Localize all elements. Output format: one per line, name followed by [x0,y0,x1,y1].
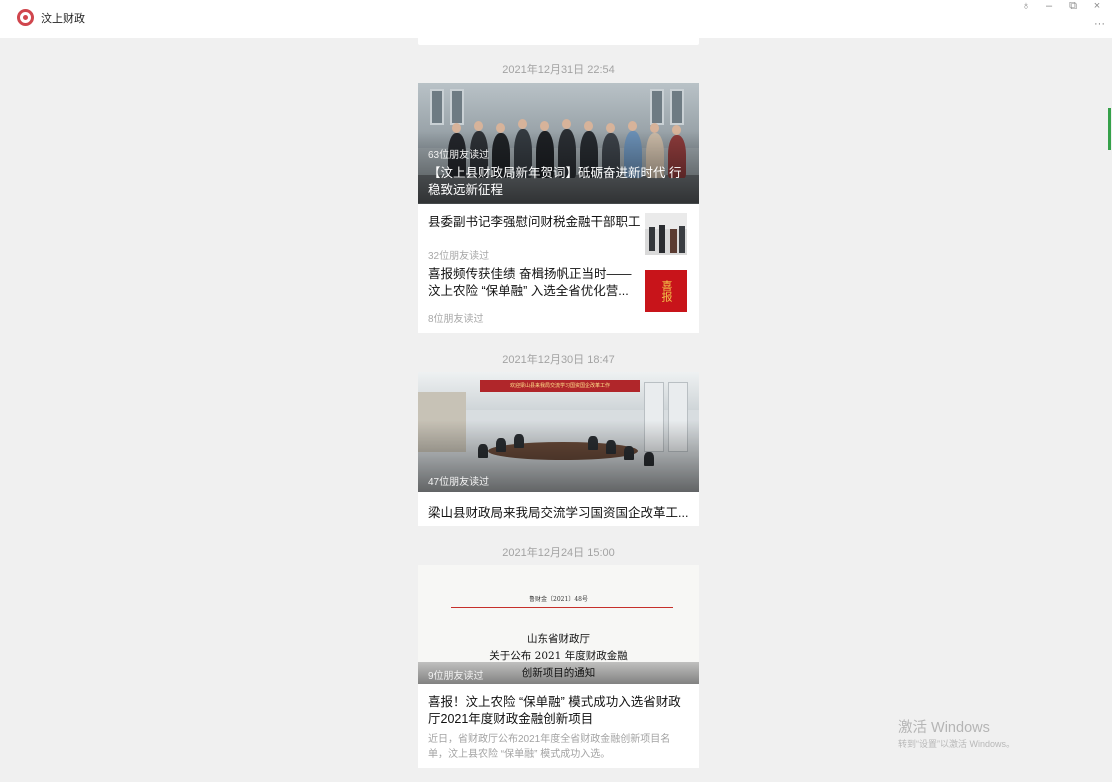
cover-title: 【汶上县财政局新年贺词】砥砺奋进新时代 行稳致远新征程 [428,166,682,197]
restore-button[interactable]: ⧉ [1066,0,1080,13]
article-description: 近日，省财政厅公布2021年度全省财政金融创新项目名单，汶上县农险 “保单融” … [428,734,671,760]
close-button[interactable]: × [1090,0,1104,12]
read-count: 63位朋友读过 [428,150,490,161]
article-thumbnail [645,213,687,255]
article-card[interactable]: 鲁财金〔2021〕48号 山东省财政厅 关于公布 2021 年度财政金融 创新项… [418,565,699,768]
cover-article: 鲁财金〔2021〕48号 山东省财政厅 关于公布 2021 年度财政金融 创新项… [418,565,699,684]
read-count: 8位朋友读过 [428,314,484,325]
thumbnail-text: 喜报 [660,280,673,302]
document-line: 关于公布 2021 年度财政金融 [489,650,628,662]
scroll-indicator [1108,108,1111,150]
app-title: 汶上财政 [41,13,85,25]
thumbnail-detail [670,229,677,253]
cover-banner-text: 欢迎梁山县来我局交流学习国资国企改革工作 [509,383,610,389]
read-count: 47位朋友读过 [428,477,490,488]
date-label: 2021年12月30日 18:47 [502,354,615,366]
title-bar: 汶上财政 ♁ – ⧉ × ··· [0,0,1112,38]
activation-watermark-title: 激活 Windows [898,720,990,736]
list-item[interactable]: 喜报频传获佳绩 奋楫扬帆正当时——汶上农险 “保单融” 入选全省优化营... 8… [418,266,699,333]
previous-card-edge [418,38,699,45]
article-card: 63位朋友读过 【汶上县财政局新年贺词】砥砺奋进新时代 行稳致远新征程 县委副书… [418,83,699,333]
list-item[interactable]: 县委副书记李强慰问财税金融干部职工 32位朋友读过 [418,204,699,266]
thumbnail-detail [679,226,685,253]
cover-image-detail [628,121,637,131]
read-count: 9位朋友读过 [428,671,484,682]
cover-banner: 欢迎梁山县来我局交流学习国资国企改革工作 [480,380,640,392]
cover-image-detail [474,121,483,131]
minimize-button[interactable]: – [1042,0,1056,12]
date-label: 2021年12月31日 22:54 [502,64,615,76]
thumbnail-detail [649,227,655,251]
cover-image-detail [518,119,527,129]
more-options-icon[interactable]: ··· [1094,18,1105,30]
pin-icon[interactable]: ♁ [1019,0,1033,12]
date-label: 2021年12月24日 15:00 [502,547,615,559]
app-logo-icon [17,9,34,26]
thumbnail-detail [659,225,665,253]
cover-image-detail [450,89,464,125]
document-divider [451,607,673,608]
cover-image-detail [650,89,664,125]
cover-article[interactable]: 63位朋友读过 【汶上县财政局新年贺词】砥砺奋进新时代 行稳致远新征程 [418,83,699,204]
article-title: 梁山县财政局来我局交流学习国资国企改革工... [428,506,689,520]
cover-image-detail [562,119,571,129]
activation-watermark-subtitle: 转到“设置”以激活 Windows。 [898,739,1016,749]
document-line: 山东省财政厅 [527,633,590,645]
cover-image-detail [540,121,549,131]
cover-article: 欢迎梁山县来我局交流学习国资国企改革工作 47位朋友读过 [418,372,699,492]
cover-image-detail [430,89,444,125]
article-thumbnail: 喜报 [645,270,687,312]
cover-image-detail [670,89,684,125]
article-title: 喜报！汶上农险 “保单融” 模式成功入选省财政厅2021年度财政金融创新项目 [428,695,681,726]
document-code: 鲁财金〔2021〕48号 [529,596,588,603]
read-count: 32位朋友读过 [428,251,490,262]
article-title: 喜报频传获佳绩 奋楫扬帆正当时——汶上农险 “保单融” 入选全省优化营... [428,267,632,298]
cover-image-detail [584,121,593,131]
article-card[interactable]: 欢迎梁山县来我局交流学习国资国企改革工作 47位朋友读过 梁山县财政局来我局交流… [418,372,699,526]
article-title: 县委副书记李强慰问财税金融干部职工 [428,215,641,229]
